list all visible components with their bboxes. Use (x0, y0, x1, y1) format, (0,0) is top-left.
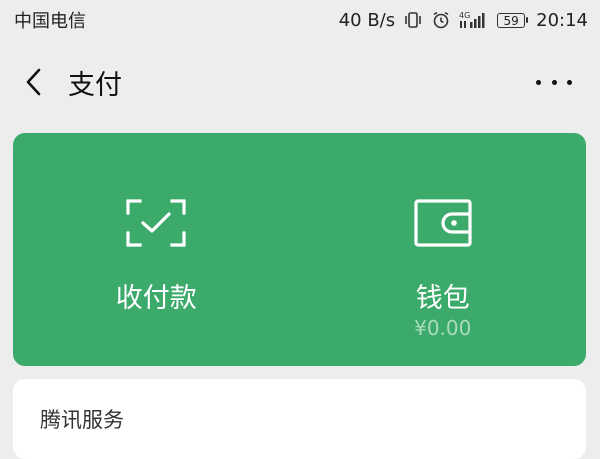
vibrate-icon (403, 10, 423, 30)
carrier-name: 中国电信 (14, 11, 86, 32)
services-card: 腾讯服务 (13, 379, 586, 459)
clock-time: 20:14 (536, 9, 588, 31)
wallet-icon (414, 199, 472, 251)
back-button[interactable] (20, 67, 48, 97)
wallet-label: 钱包 (415, 283, 470, 314)
receive-pay-label: 收付款 (115, 283, 197, 314)
alarm-icon (431, 10, 451, 30)
scan-check-icon (126, 199, 186, 251)
svg-text:4G: 4G (459, 11, 470, 20)
wallet-button[interactable]: 钱包 ¥0.00 (300, 133, 587, 366)
battery-level: 59 (497, 12, 526, 28)
page-title: 支付 (68, 70, 122, 101)
more-button[interactable] (536, 75, 572, 89)
receive-pay-button[interactable]: 收付款 (13, 133, 300, 366)
battery-icon: 59 (497, 12, 529, 28)
title-bar: 支付 (0, 45, 600, 117)
chevron-left-icon (26, 68, 41, 96)
wallet-balance: ¥0.00 (414, 316, 472, 340)
network-speed: 40 B/s (338, 9, 396, 31)
signal-icon: 4G (459, 10, 489, 30)
pay-card: 收付款 钱包 ¥0.00 (13, 133, 586, 366)
status-bar: 中国电信 40 B/s 4G 59 20:14 (0, 0, 600, 40)
more-horizontal-icon (536, 79, 541, 85)
services-title: 腾讯服务 (40, 408, 124, 432)
